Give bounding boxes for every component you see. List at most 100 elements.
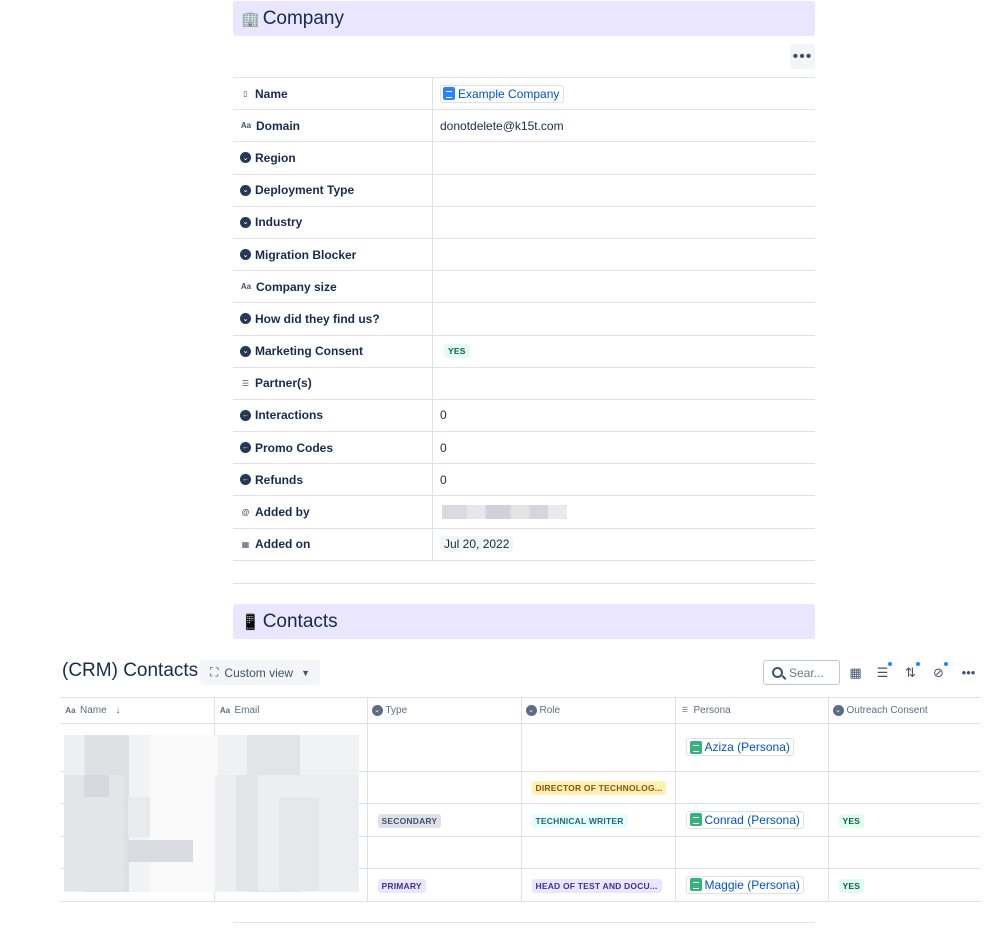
document-icon (689, 813, 702, 827)
sort-button[interactable]: ⇅ (898, 660, 923, 685)
property-row-promo-codes: ← Promo Codes 0 (233, 432, 815, 465)
rollup-icon: ← (240, 474, 251, 486)
more-actions-button[interactable]: ••• (790, 44, 815, 69)
property-row-industry: ⌄ Industry (233, 206, 815, 239)
type-cell[interactable]: SECONDARY (367, 803, 522, 837)
column-header-email[interactable]: Aa Email (214, 697, 368, 724)
redacted-block (84, 775, 109, 797)
document-icon (689, 878, 702, 892)
sort-icon: ⇅ (905, 664, 916, 680)
role-cell[interactable]: HEAD OF TEST AND DOCU... (521, 868, 676, 902)
custom-view-label: Custom view (224, 665, 294, 680)
property-row-added-on: ▦ Added on Jul 20, 2022 (233, 528, 815, 561)
custom-view-button[interactable]: ⛶ Custom view ▼ (200, 660, 321, 685)
property-label: How did they find us? (255, 311, 380, 326)
column-label: Outreach Consent (846, 705, 928, 717)
property-row-company-size: Aa Company size (233, 271, 815, 304)
type-cell[interactable]: PRIMARY (367, 868, 522, 902)
persona-label: Maggie (Persona) (704, 877, 800, 892)
property-label: Promo Codes (255, 440, 334, 455)
redacted-user (442, 505, 567, 520)
role-cell[interactable] (521, 836, 676, 869)
property-row-marketing-consent: ⌄ Marketing Consent YES (233, 335, 815, 368)
type-cell[interactable] (367, 836, 522, 869)
persona-cell[interactable] (675, 771, 829, 804)
more-options-button[interactable]: ••• (956, 660, 981, 685)
select-icon: ⌄ (240, 249, 251, 261)
company-page-link[interactable]: Example Company (440, 84, 565, 103)
property-row-interactions: ← Interactions 0 (233, 399, 815, 433)
document-icon (443, 87, 455, 101)
consent-cell[interactable]: YES (828, 868, 981, 902)
table-view-button[interactable]: ▦ (843, 660, 868, 685)
property-value[interactable]: donotdelete@k15t.com (433, 110, 815, 141)
rollup-icon: ← (240, 409, 251, 421)
property-label: Company size (256, 279, 337, 294)
consent-badge: YES (838, 813, 865, 828)
property-label: Region (255, 150, 296, 165)
consent-cell[interactable]: YES (828, 803, 981, 837)
active-indicator (916, 662, 920, 666)
column-header-role[interactable]: ⌄ Role (521, 697, 676, 724)
property-value[interactable] (433, 303, 815, 334)
database-title: (CRM) Contacts (62, 660, 199, 681)
calendar-icon: ▦ (241, 539, 250, 549)
property-value: 0 (440, 408, 447, 423)
property-label: Partner(s) (255, 376, 312, 391)
persona-cell[interactable]: Aziza (Persona) (675, 723, 829, 772)
persona-cell[interactable] (675, 836, 829, 869)
column-label: Persona (693, 705, 731, 717)
property-value[interactable] (433, 271, 815, 302)
consent-cell[interactable] (828, 771, 981, 804)
more-dots-icon: ••• (792, 47, 813, 65)
consent-cell[interactable] (828, 723, 981, 772)
type-cell[interactable] (367, 723, 522, 772)
filter-button[interactable]: ☰ (870, 660, 895, 685)
property-value[interactable] (433, 207, 815, 238)
persona-link[interactable]: Maggie (Persona) (685, 875, 804, 894)
redacted-block (279, 797, 319, 891)
property-value[interactable] (433, 368, 815, 399)
table-header-row: Aa Name ↓ Aa Email ⌄ Type ⌄ Role ☰ Persona ⌄ O… (60, 697, 981, 724)
office-building-icon: 🏢 (241, 10, 260, 28)
column-label: Email (234, 705, 260, 717)
property-row-region: ⌄ Region (233, 142, 815, 175)
select-icon: ⌄ (371, 704, 383, 716)
persona-cell[interactable]: Maggie (Persona) (675, 868, 829, 902)
redacted-block (128, 797, 150, 837)
select-icon: ⌄ (240, 216, 251, 228)
role-cell[interactable] (521, 723, 676, 772)
consent-badge: YES (838, 878, 865, 893)
redacted-block (236, 775, 258, 891)
column-header-outreach-consent[interactable]: ⌄ Outreach Consent (828, 697, 981, 724)
property-row-refunds: ← Refunds 0 (233, 464, 815, 497)
sort-arrow-down-icon: ↓ (115, 705, 121, 717)
select-icon: ⌄ (240, 345, 251, 357)
consent-cell[interactable] (828, 836, 981, 869)
column-header-name[interactable]: Aa Name ↓ (60, 697, 215, 724)
persona-link[interactable]: Conrad (Persona) (685, 810, 804, 829)
property-value[interactable] (433, 239, 815, 270)
property-value[interactable] (433, 142, 815, 173)
company-properties-table: ▯ Name Example Company Aa Domain donotdele… (233, 77, 815, 561)
role-cell[interactable]: DIRECTOR OF TECHNOLOG... (521, 771, 676, 804)
property-row-deployment-type: ⌄ Deployment Type (233, 174, 815, 207)
persona-link[interactable]: Aziza (Persona) (685, 738, 794, 757)
column-header-type[interactable]: ⌄ Type (367, 697, 522, 724)
type-cell[interactable] (367, 771, 522, 804)
status-badge: YES (444, 344, 470, 359)
chevron-down-icon: ▼ (301, 667, 311, 678)
search-input[interactable]: Sear... (763, 660, 840, 685)
property-label: Name (255, 86, 288, 101)
property-value[interactable] (433, 175, 815, 206)
persona-label: Aziza (Persona) (704, 740, 790, 755)
column-header-persona[interactable]: ☰ Persona (675, 697, 829, 724)
persona-cell[interactable]: Conrad (Persona) (675, 803, 829, 837)
property-row-found-us: ⌄ How did they find us? (233, 303, 815, 336)
column-label: Role (539, 705, 561, 717)
hide-fields-button[interactable]: ⊘ (926, 660, 951, 685)
column-label: Type (385, 705, 408, 717)
select-icon: ⌄ (525, 704, 537, 716)
role-cell[interactable]: TECHNICAL WRITER (521, 803, 676, 837)
property-label: Industry (255, 215, 303, 230)
